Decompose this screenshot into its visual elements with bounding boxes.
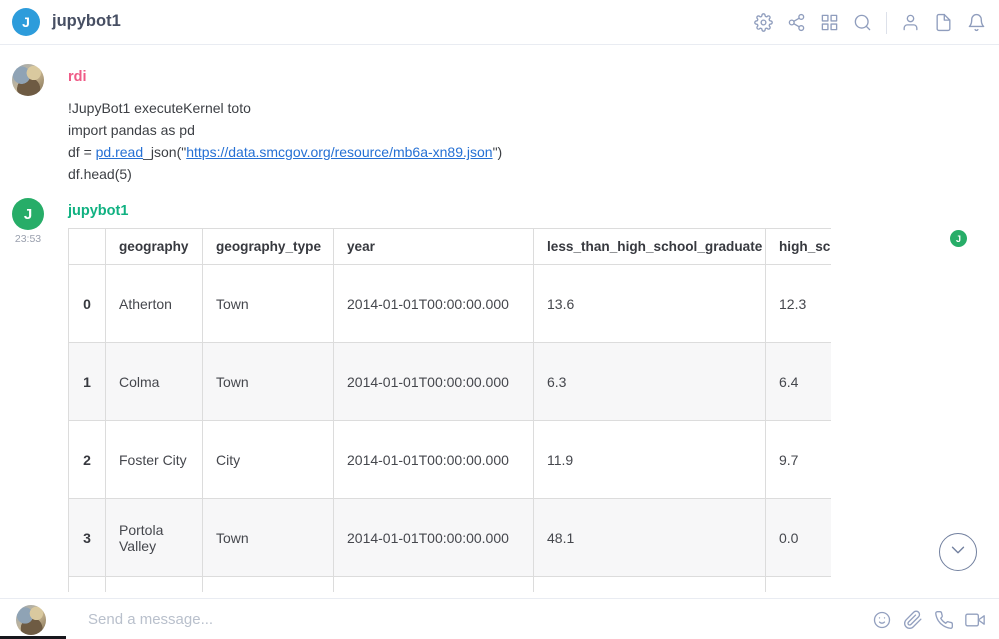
cell-geography-type: City (203, 421, 334, 499)
bot-avatar[interactable]: J (12, 198, 44, 230)
chat-window: J jupybot1 (0, 0, 999, 639)
channel-title: jupybot1 (52, 12, 121, 31)
members-icon[interactable] (901, 13, 920, 32)
phone-icon[interactable] (934, 610, 954, 630)
header-divider (886, 12, 887, 34)
code-text: _json(" (143, 144, 186, 160)
cell-year: 2014-01-01T00:00:00.000 (334, 265, 534, 343)
apps-grid-icon[interactable] (820, 13, 839, 32)
cell-index: 2 (69, 421, 106, 499)
header-toolbar (754, 0, 986, 45)
cell-year: 2014-01-01T00:00:00.000 (334, 499, 534, 577)
dataframe-table-scroll[interactable]: geography geography_type year less_than_… (68, 228, 831, 597)
message-line: import pandas as pd (68, 119, 502, 141)
col-header-year: year (334, 229, 534, 265)
cell-index: 3 (69, 499, 106, 577)
cell-geography: Colma (106, 343, 203, 421)
table-row: 2 Foster City City 2014-01-01T00:00:00.0… (69, 421, 832, 499)
channel-avatar[interactable]: J (12, 8, 40, 36)
emoji-icon[interactable] (872, 610, 892, 630)
channel-header: J jupybot1 (0, 0, 999, 45)
col-header-less-than-hs: less_than_high_school_graduate (534, 229, 766, 265)
file-icon[interactable] (934, 13, 953, 32)
cell-high-school: 12.3 (766, 265, 832, 343)
bell-icon[interactable] (967, 13, 986, 32)
cell-geography-type: Town (203, 499, 334, 577)
message-input[interactable] (88, 605, 788, 633)
cell-high-school: 6.4 (766, 343, 832, 421)
message-timestamp: 23:53 (12, 233, 44, 245)
link-json-url[interactable]: https://data.smcgov.org/resource/mb6a-xn… (186, 144, 492, 160)
col-header-geography: geography (106, 229, 203, 265)
col-header-high-school: high_sc (766, 229, 832, 265)
table-row: 3 Portola Valley Town 2014-01-01T00:00:0… (69, 499, 832, 577)
self-avatar (16, 605, 46, 635)
cell-index: 1 (69, 343, 106, 421)
message-line: !JupyBot1 executeKernel toto (68, 97, 502, 119)
table-header-row: geography geography_type year less_than_… (69, 229, 832, 265)
table-row: 0 Atherton Town 2014-01-01T00:00:00.000 … (69, 265, 832, 343)
cell-geography: Foster City (106, 421, 203, 499)
cell-less-than-hs: 6.3 (534, 343, 766, 421)
avatar[interactable] (12, 64, 44, 96)
cell-index: 0 (69, 265, 106, 343)
cell-geography: Atherton (106, 265, 203, 343)
dataframe-table: geography geography_type year less_than_… (68, 228, 831, 592)
message-composer (0, 598, 999, 639)
message-line: df.head(5) (68, 163, 502, 185)
cell-year: 2014-01-01T00:00:00.000 (334, 421, 534, 499)
composer-actions (872, 599, 985, 639)
message-author[interactable]: rdi (68, 69, 87, 85)
message-author[interactable]: jupybot1 (68, 203, 128, 219)
cell-less-than-hs: 11.9 (534, 421, 766, 499)
video-icon[interactable] (965, 610, 985, 630)
cell-year: 2014-01-01T00:00:00.000 (334, 343, 534, 421)
cell-high-school: 9.7 (766, 421, 832, 499)
unread-marker-avatar: J (950, 230, 967, 247)
jump-to-bottom-button[interactable] (939, 533, 977, 571)
col-header-index (69, 229, 106, 265)
cell-less-than-hs: 13.6 (534, 265, 766, 343)
cell-geography-type: Town (203, 343, 334, 421)
code-text: ") (493, 144, 503, 160)
settings-icon[interactable] (754, 13, 773, 32)
table-row: 1 Colma Town 2014-01-01T00:00:00.000 6.3… (69, 343, 832, 421)
table-row-clipped (69, 577, 832, 592)
col-header-geography-type: geography_type (203, 229, 334, 265)
search-icon[interactable] (853, 13, 872, 32)
message-body: !JupyBot1 executeKernel toto import pand… (68, 97, 502, 185)
cell-less-than-hs: 48.1 (534, 499, 766, 577)
message-line: df = pd.read_json("https://data.smcgov.o… (68, 141, 502, 163)
link-pd-read[interactable]: pd.read (96, 144, 143, 160)
cell-geography-type: Town (203, 265, 334, 343)
cell-high-school: 0.0 (766, 499, 832, 577)
chevron-down-icon (947, 539, 969, 566)
cell-geography: Portola Valley (106, 499, 203, 577)
share-icon[interactable] (787, 13, 806, 32)
attachment-icon[interactable] (903, 610, 923, 630)
code-text: df = (68, 144, 96, 160)
